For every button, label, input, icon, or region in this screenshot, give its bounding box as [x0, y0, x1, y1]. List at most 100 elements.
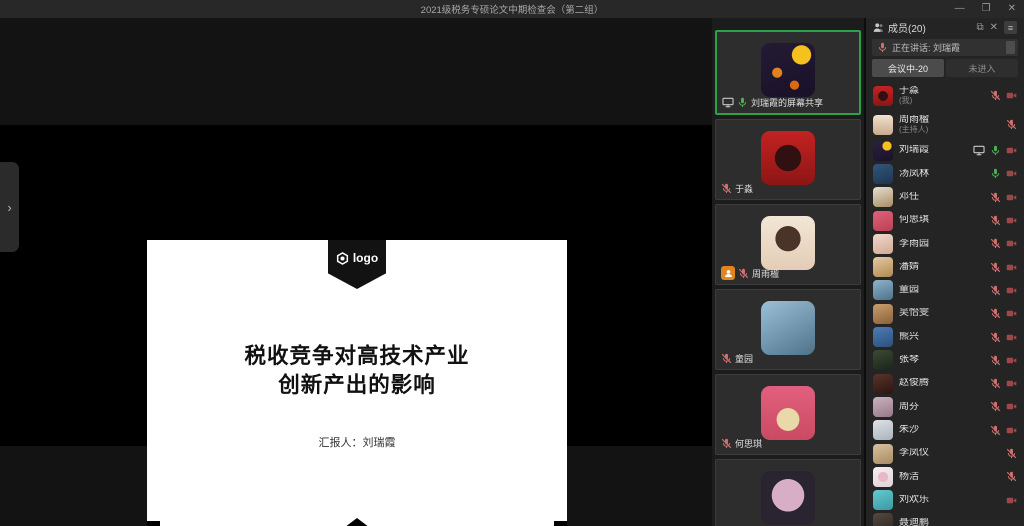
camera-off-icon[interactable] — [1006, 168, 1017, 179]
slide-title-line1: 税收竞争对高技术产业 — [147, 342, 567, 371]
tile-participant-name: 刘瑞霞的屏幕共享 — [751, 96, 823, 109]
member-avatar — [873, 397, 893, 417]
member-row[interactable]: 李雨园 — [873, 232, 1017, 255]
member-avatar — [873, 211, 893, 231]
camera-off-icon[interactable] — [1006, 308, 1017, 319]
member-name: 刘欢乐 — [899, 495, 1000, 506]
mic-muted-icon — [721, 353, 732, 364]
member-name: 刘瑞霞 — [899, 145, 967, 156]
member-avatar — [873, 280, 893, 300]
member-list[interactable]: 于淼(我)周雨楹(主持人) 刘瑞霞汤凤林邓任何思琪李雨园潘婧童园吴怡雯熊兴张琴赵俊… — [866, 81, 1024, 526]
member-row[interactable]: 刘欢乐 — [873, 488, 1017, 511]
popout-icon[interactable]: ⧉ — [976, 23, 983, 33]
member-row[interactable]: 熊兴 — [873, 325, 1017, 348]
member-row[interactable]: 张琴 — [873, 349, 1017, 372]
camera-off-icon[interactable] — [1006, 145, 1017, 156]
mic-muted-icon[interactable] — [990, 238, 1001, 249]
camera-off-icon[interactable] — [1006, 495, 1017, 506]
video-tile[interactable]: 于淼 — [715, 119, 861, 200]
mic-muted-icon[interactable] — [990, 378, 1001, 389]
member-avatar — [873, 513, 893, 526]
video-tile[interactable]: 何思琪 — [715, 374, 861, 455]
tab-not-joined[interactable]: 未进入 — [946, 59, 1018, 77]
tile-label: 童园 — [721, 352, 753, 365]
mic-muted-icon[interactable] — [1006, 471, 1017, 482]
member-row[interactable]: 于淼(我) — [873, 81, 1017, 110]
video-tile[interactable] — [715, 459, 861, 526]
maximize-icon[interactable]: ❐ — [982, 0, 991, 18]
member-row[interactable]: 刘瑞霞 — [873, 139, 1017, 162]
member-name: 李雨园 — [899, 239, 984, 250]
video-tile[interactable]: 童园 — [715, 289, 861, 370]
member-row[interactable]: 吴怡雯 — [873, 302, 1017, 325]
tile-participant-name: 于淼 — [735, 182, 753, 195]
tab-in-meeting[interactable]: 会议中-20 — [872, 59, 944, 77]
camera-off-icon[interactable] — [1006, 285, 1017, 296]
member-avatar — [873, 141, 893, 161]
logo-text: logo — [353, 251, 378, 265]
mic-muted-icon[interactable] — [990, 192, 1001, 203]
member-row[interactable]: 周雨楹(主持人) — [873, 110, 1017, 139]
mic-muted-icon[interactable] — [990, 355, 1001, 366]
video-thumbnail-strip: 刘瑞霞的屏幕共享于淼周雨楹童园何思琪 — [712, 18, 864, 526]
presentation-slide: logo 税收竞争对高技术产业 创新产出的影响 汇报人：刘瑞霞 — [147, 240, 567, 526]
member-row[interactable]: 杨洁 — [873, 465, 1017, 488]
video-tile[interactable]: 刘瑞霞的屏幕共享 — [715, 30, 861, 115]
mic-muted-icon[interactable] — [990, 262, 1001, 273]
member-avatar — [873, 350, 893, 370]
member-row[interactable]: 潘婧 — [873, 255, 1017, 278]
camera-off-icon[interactable] — [1006, 332, 1017, 343]
mic-muted-icon[interactable] — [990, 332, 1001, 343]
member-name: 赵俊腾 — [899, 378, 984, 389]
camera-off-icon[interactable] — [1006, 378, 1017, 389]
member-row[interactable]: 童园 — [873, 279, 1017, 302]
mic-muted-icon[interactable] — [990, 215, 1001, 226]
mic-muted-icon[interactable] — [1006, 119, 1017, 130]
mic-muted-icon[interactable] — [990, 308, 1001, 319]
camera-off-icon[interactable] — [1006, 355, 1017, 366]
member-avatar — [873, 420, 893, 440]
member-name: 何思琪 — [899, 215, 984, 226]
mic-muted-icon[interactable] — [990, 425, 1001, 436]
speaking-bar-handle[interactable] — [1006, 41, 1015, 54]
member-name: 汤凤林 — [899, 169, 984, 180]
mic-on-icon[interactable] — [990, 145, 1001, 156]
camera-off-icon[interactable] — [1006, 90, 1017, 101]
expand-panel-tab[interactable]: › — [0, 162, 19, 252]
window-title: 2021级税务专硕论文中期检查会（第二组） — [421, 2, 604, 16]
tile-participant-name: 童园 — [735, 352, 753, 365]
camera-off-icon[interactable] — [1006, 215, 1017, 226]
minimize-icon[interactable]: — — [955, 0, 965, 18]
mic-muted-icon[interactable] — [1006, 448, 1017, 459]
member-row[interactable]: 李凤仪 — [873, 442, 1017, 465]
member-avatar — [873, 86, 893, 106]
mic-muted-icon[interactable] — [990, 90, 1001, 101]
member-avatar — [873, 467, 893, 487]
mic-muted-icon[interactable] — [990, 285, 1001, 296]
members-header-icons: ⧉ ✕ ≡ — [976, 21, 1017, 34]
member-name: 杨洁 — [899, 472, 1000, 483]
camera-off-icon[interactable] — [1006, 238, 1017, 249]
member-name: 吴怡雯 — [899, 308, 984, 319]
mic-muted-icon[interactable] — [990, 401, 1001, 412]
camera-off-icon[interactable] — [1006, 192, 1017, 203]
mic-on-icon[interactable] — [990, 168, 1001, 179]
member-row[interactable]: 周芬 — [873, 395, 1017, 418]
video-tile[interactable]: 周雨楹 — [715, 204, 861, 285]
camera-off-icon[interactable] — [1006, 425, 1017, 436]
panel-close-icon[interactable]: ✕ — [990, 23, 998, 33]
member-row[interactable]: 何思琪 — [873, 209, 1017, 232]
close-icon[interactable]: ✕ — [1008, 0, 1016, 18]
slide-title: 税收竞争对高技术产业 创新产出的影响 — [147, 342, 567, 400]
member-row[interactable]: 朱沙 — [873, 419, 1017, 442]
slide-bottom-triangle — [324, 518, 390, 526]
member-name: 于淼 — [899, 86, 984, 97]
camera-off-icon[interactable] — [1006, 401, 1017, 412]
member-row[interactable]: 聂迪鹏 — [873, 512, 1017, 526]
panel-menu-icon[interactable]: ≡ — [1004, 21, 1017, 34]
camera-off-icon[interactable] — [1006, 262, 1017, 273]
member-row[interactable]: 赵俊腾 — [873, 372, 1017, 395]
speaking-indicator-bar: 正在讲话: 刘瑞霞 — [872, 39, 1018, 56]
member-row[interactable]: 邓任 — [873, 186, 1017, 209]
member-row[interactable]: 汤凤林 — [873, 162, 1017, 185]
